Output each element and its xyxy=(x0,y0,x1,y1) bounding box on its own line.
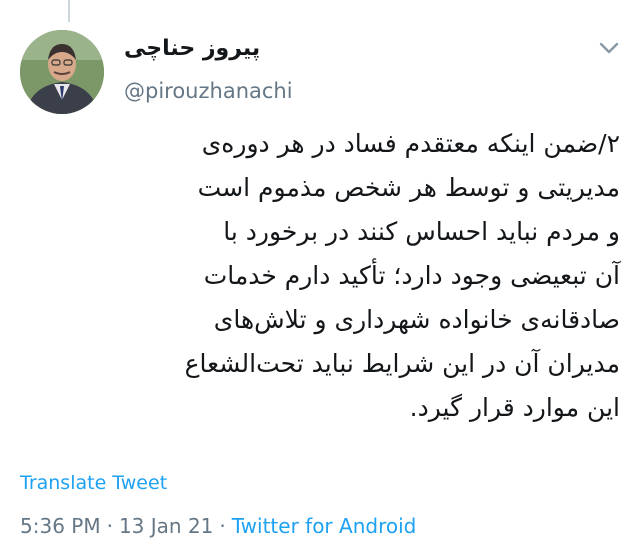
chevron-down-icon[interactable] xyxy=(598,40,620,56)
tweet-text-line: و مردم نباید احساس کنند در برخورد با xyxy=(223,217,620,246)
tweet-text-line: آن تبعیضی وجود دارد؛ تأکید دارم خدمات xyxy=(203,261,620,290)
tweet-text-line: ۲/ضمن اینکه معتقدم فساد در هر دوره‌ی xyxy=(201,129,620,158)
separator-dot: · xyxy=(219,514,226,538)
thread-connector-line xyxy=(68,0,70,22)
tweet-text-line: صادقانه‌ی خانواده شهرداری و تلاش‌های xyxy=(213,305,620,334)
author-handle[interactable]: @pirouzhanachi xyxy=(124,79,293,103)
translate-tweet-link[interactable]: Translate Tweet xyxy=(20,472,167,494)
tweet-source-link[interactable]: Twitter for Android xyxy=(232,514,417,538)
tweet-time[interactable]: 5:36 PM xyxy=(20,514,101,538)
tweet-text-line: این موارد قرار گیرد. xyxy=(409,393,620,422)
author-display-name[interactable]: پیروز حناچی xyxy=(124,36,260,61)
avatar[interactable] xyxy=(20,30,104,114)
tweet-text-line: مدیریتی و توسط هر شخص مذموم است xyxy=(197,173,620,202)
profile-photo-icon xyxy=(20,30,104,114)
tweet-metadata: 5:36 PM · 13 Jan 21 · Twitter for Android xyxy=(20,514,416,538)
tweet-date[interactable]: 13 Jan 21 xyxy=(119,514,213,538)
tweet-text: ۲/ضمن اینکه معتقدم فساد در هر دوره‌ی مدی… xyxy=(40,122,620,430)
separator-dot: · xyxy=(106,514,113,538)
tweet-text-line: مدیران آن در این شرایط نباید تحت‌الشعاع xyxy=(184,349,620,378)
